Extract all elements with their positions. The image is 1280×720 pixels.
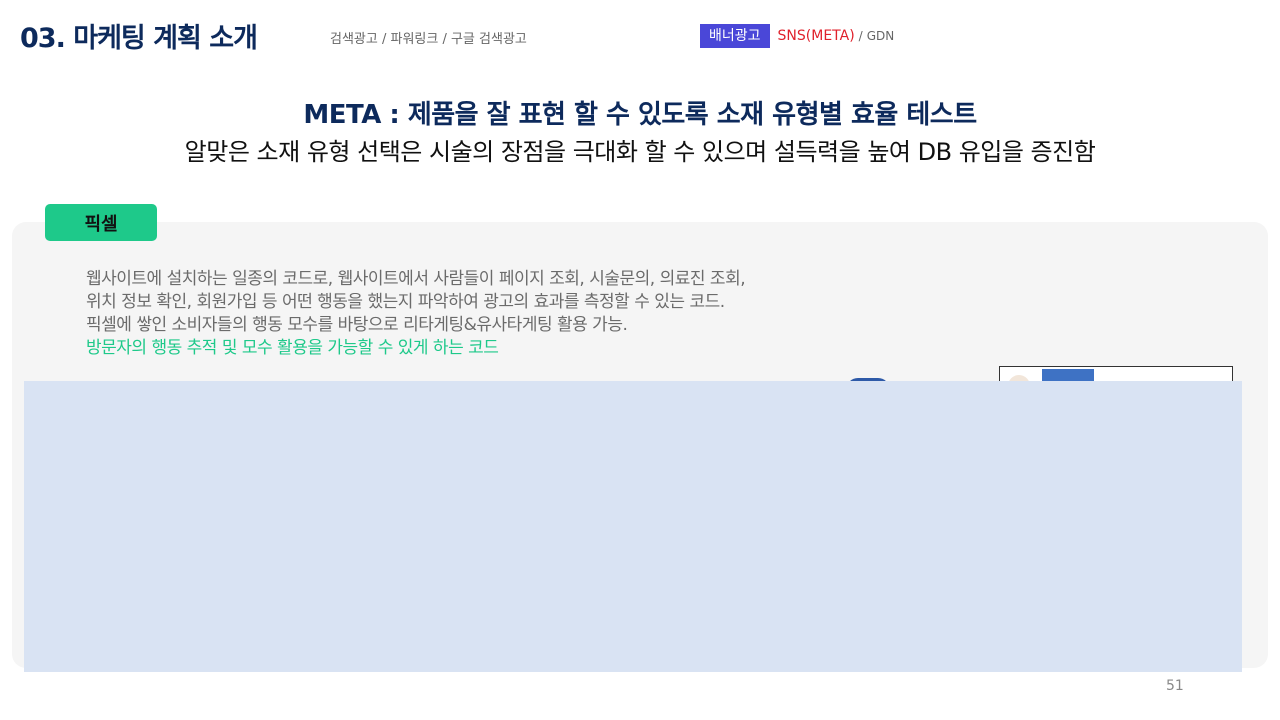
tab-sns-meta: SNS(META) — [777, 28, 855, 44]
channel-tabs: 배너광고 SNS(META) / GDN — [700, 24, 894, 48]
breadcrumb: 검색광고 / 파워링크 / 구글 검색광고 — [330, 32, 527, 47]
subheadline: 알맞은 소재 유형 선택은 시술의 장점을 극대화 할 수 있으며 설득력을 높… — [184, 138, 1096, 166]
tab-separator: / — [858, 29, 863, 43]
section-title: 03. 마케팅 계획 소개 — [20, 23, 258, 54]
description-line: 픽셀에 쌓인 소비자들의 행동 모수를 바탕으로 리타게팅&유사타게팅 활용 가… — [86, 315, 628, 335]
description-line: 웹사이트에 설치하는 일종의 코드로, 웹사이트에서 사람들이 페이지 조회, … — [86, 269, 746, 289]
description-line: 위치 정보 확인, 회원가입 등 어떤 행동을 했는지 파악하여 광고의 효과를… — [86, 292, 725, 312]
tab-banner-ads: 배너광고 — [700, 24, 770, 48]
tab-gdn: GDN — [866, 29, 895, 43]
page-number: 51 — [1166, 678, 1184, 694]
pixel-badge: 픽셀 — [45, 204, 157, 241]
redaction-overlay — [24, 381, 1242, 672]
description-highlight: 방문자의 행동 추적 및 모수 활용을 가능할 수 있게 하는 코드 — [86, 338, 499, 358]
pixel-description: 웹사이트에 설치하는 일종의 코드로, 웹사이트에서 사람들이 페이지 조회, … — [86, 268, 926, 360]
headline: META : 제품을 잘 표현 할 수 있도록 소재 유형별 효율 테스트 — [303, 100, 977, 130]
